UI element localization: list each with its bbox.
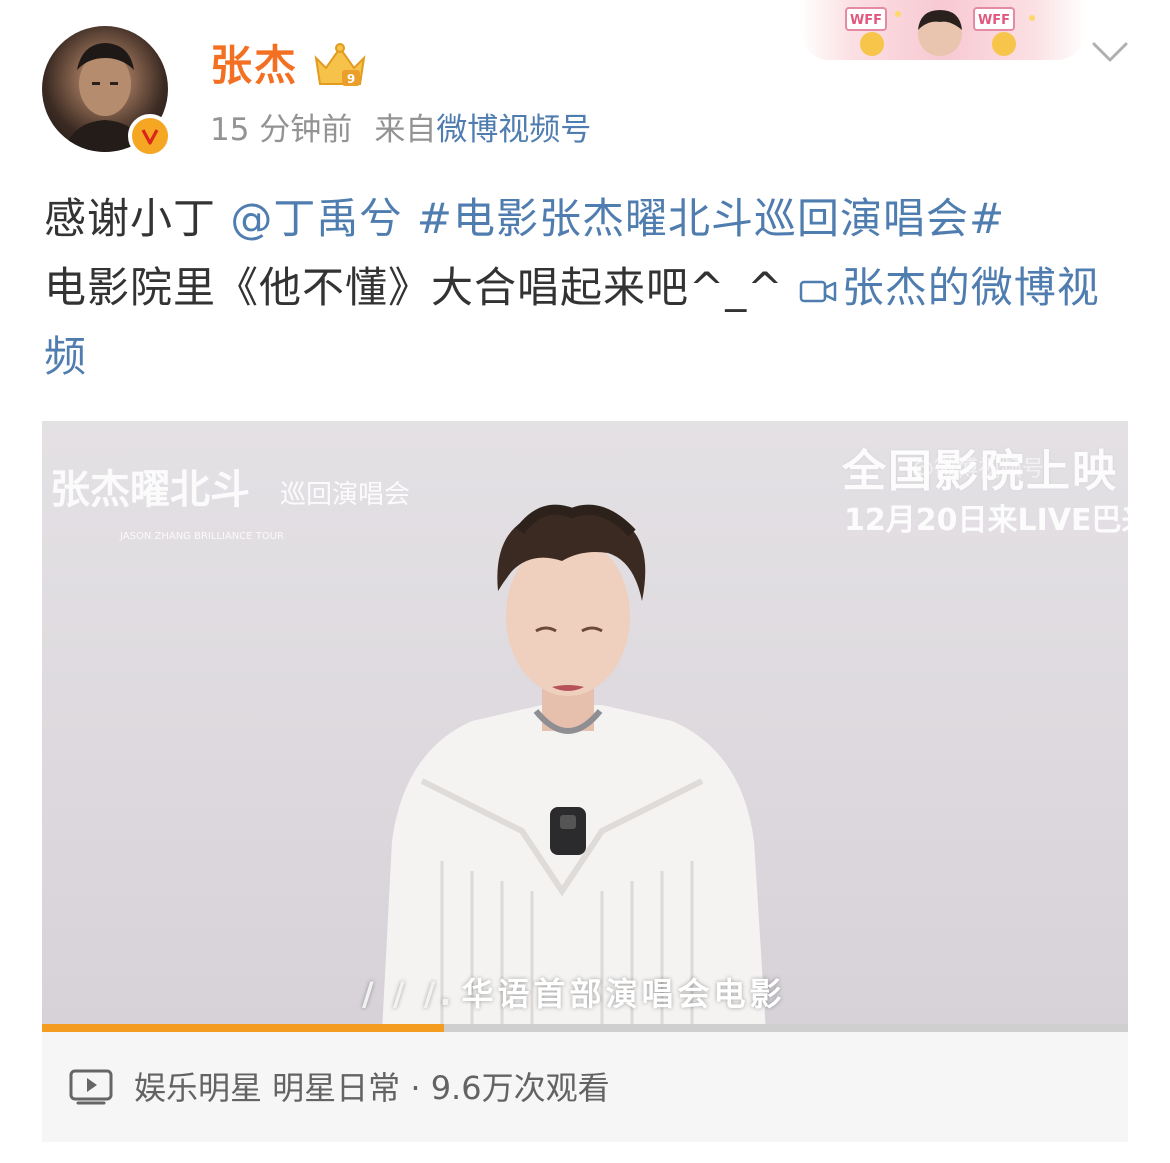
vip-crown-icon[interactable]: 9	[312, 40, 368, 90]
profile-banner-decoration: WFF WFF	[800, 0, 1086, 60]
post-meta: 15 分钟前 来自微博视频号	[210, 110, 591, 150]
vip-level: 9	[347, 72, 355, 86]
banner-text-left: WFF	[850, 13, 882, 28]
video-camera-icon	[799, 280, 836, 303]
watermark-logo-en: JASON ZHANG BRILLIANCE TOUR	[119, 531, 284, 542]
watermark-logo-sub: 巡回演唱会	[280, 480, 410, 510]
source-prefix: 来自	[374, 112, 437, 148]
verified-v-icon	[128, 114, 172, 158]
video-progress-bar[interactable]	[42, 1024, 1128, 1032]
hashtag-link[interactable]: #电影张杰曜北斗巡回演唱会#	[417, 194, 1005, 243]
mention-link[interactable]: @丁禹兮	[230, 194, 402, 243]
video-category-views: 娱乐明星 明星日常 · 9.6万次观看	[134, 1069, 610, 1107]
post-intro: 感谢小丁	[44, 194, 217, 243]
video-progress-fill	[42, 1024, 444, 1032]
watermark-logo-main: 张杰曜北斗	[50, 467, 250, 513]
video-corner-subtitle: 12月20日来LIVE巴来	[844, 503, 1128, 538]
banner-text-right: WFF	[978, 13, 1010, 28]
post-body-text: 电影院里《他不懂》大合唱起来吧^_^	[44, 263, 784, 312]
author-name[interactable]: 张杰	[210, 38, 298, 94]
video-subtitle: / / /. 华语首部演唱会电影	[362, 969, 786, 1015]
post-body: 感谢小丁 @丁禹兮 #电影张杰曜北斗巡回演唱会# 电影院里《他不懂》大合唱起来吧…	[44, 184, 1130, 391]
subtitle-dots: / / /.	[362, 975, 456, 1013]
post-time: 15 分钟前	[210, 112, 353, 148]
video-corner-watermark: @微博视频号	[912, 457, 1045, 482]
chevron-down-icon[interactable]	[1090, 38, 1130, 68]
video-info-bar[interactable]: 娱乐明星 明星日常 · 9.6万次观看	[42, 1032, 1128, 1142]
video-player[interactable]: 张杰曜北斗 巡回演唱会 JASON ZHANG BRILLIANCE TOUR …	[42, 421, 1128, 1032]
subtitle-text: 华语首部演唱会电影	[461, 975, 786, 1013]
post-header: 张杰 9 15 分钟前 来自微博视频号 WFF WFF	[0, 0, 1170, 170]
post-source-link[interactable]: 微博视频号	[436, 112, 591, 148]
concert-logo-watermark: 张杰曜北斗 巡回演唱会 JASON ZHANG BRILLIANCE TOUR	[50, 467, 410, 542]
video-play-icon	[69, 1069, 113, 1105]
